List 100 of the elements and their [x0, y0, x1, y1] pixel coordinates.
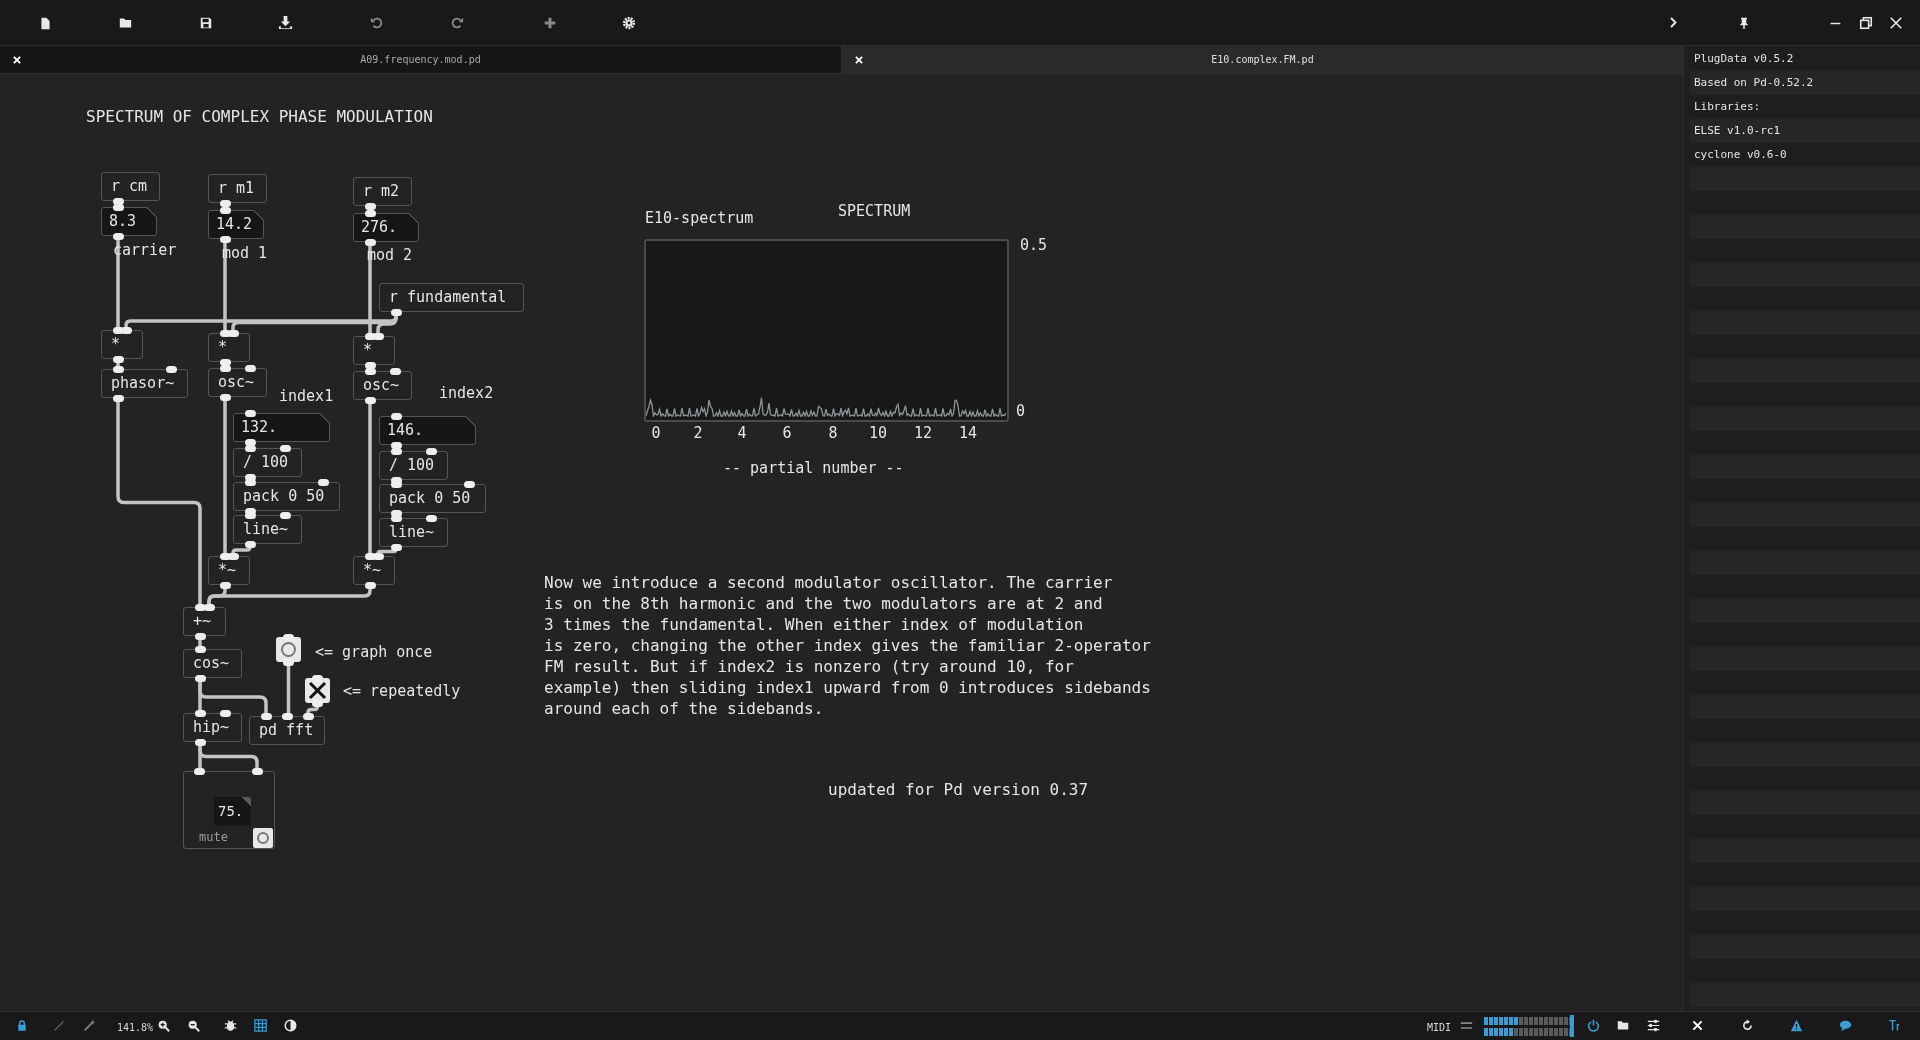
contrast-icon[interactable] — [284, 1019, 297, 1032]
info-line: cyclone v0.6-0 — [1694, 146, 1787, 163]
inlet-icon — [364, 367, 376, 375]
connection-icon[interactable] — [53, 1020, 65, 1032]
inlet-icon — [112, 365, 124, 373]
patch-title: SPECTRUM OF COMPLEX PHASE MODULATION — [86, 106, 433, 128]
toggle-checkbox[interactable] — [305, 678, 330, 703]
bug-icon[interactable] — [224, 1019, 237, 1032]
object-box[interactable]: * — [101, 330, 143, 359]
outlet-icon — [364, 361, 376, 369]
undo-icon[interactable] — [370, 16, 384, 30]
redo-icon[interactable] — [450, 16, 464, 30]
tab[interactable]: A09.frequency.mod.pd — [0, 46, 841, 74]
inlet-icon — [312, 674, 323, 682]
inlet-icon — [279, 511, 291, 519]
power-icon[interactable] — [1587, 1019, 1600, 1032]
outlet-icon — [194, 738, 206, 746]
inlet-icon — [194, 645, 206, 653]
inlet-icon — [279, 444, 291, 452]
download-icon[interactable] — [278, 15, 293, 30]
info-line: Based on Pd-0.52.2 — [1694, 74, 1814, 91]
save-icon[interactable] — [199, 16, 213, 30]
bang-button[interactable] — [253, 828, 273, 848]
number-box[interactable]: 146. — [379, 416, 476, 445]
settings-icon[interactable] — [622, 16, 636, 30]
grid-icon[interactable] — [254, 1019, 267, 1032]
object-box[interactable]: * — [208, 333, 250, 362]
warning-icon[interactable] — [1790, 1019, 1803, 1032]
outlet-icon — [364, 202, 376, 210]
wand-icon[interactable] — [83, 1019, 96, 1032]
number-box[interactable]: 276. — [353, 213, 419, 242]
chat-icon[interactable] — [1839, 1019, 1852, 1032]
inlet-icon — [390, 480, 402, 488]
object-box[interactable]: pack 0 50 — [379, 484, 486, 513]
pin-icon[interactable] — [1738, 16, 1750, 30]
number-box[interactable]: 75. — [214, 797, 251, 826]
object-box[interactable]: r m2 — [353, 177, 412, 206]
inlet-icon — [389, 367, 401, 375]
object-box[interactable]: cos~ — [183, 649, 242, 678]
axis-label: 0 — [651, 423, 661, 444]
outlet-icon — [194, 674, 206, 682]
chevron-right-icon[interactable] — [1668, 15, 1680, 30]
description-text: Now we introduce a second modulator oscillator. The carrier is on the 8th harmonic and the two modulators are at 2 and 3 times the fundamental. When either index of modulation is zero, changing the other index gives the familiar 2-operator FM result. But if index2 is nonzero (try around 10, for example) then sliding index1 upward from 0 introduces sidebands around each of the sidebands. — [544, 572, 1151, 719]
object-box[interactable]: osc~ — [208, 368, 267, 397]
inlet-icon — [463, 480, 475, 488]
object-box[interactable]: r m1 — [208, 174, 267, 203]
inlet-icon — [244, 478, 256, 486]
object-box[interactable]: line~ — [379, 518, 448, 547]
object-box[interactable]: phasor~ — [101, 369, 188, 398]
menu-icon[interactable] — [1459, 1019, 1474, 1032]
refresh-icon[interactable] — [1741, 1019, 1754, 1032]
info-line: ELSE v1.0-rc1 — [1694, 122, 1781, 139]
close-icon[interactable] — [1889, 16, 1903, 30]
outlet-icon — [364, 238, 376, 246]
volume-handle[interactable] — [1570, 1015, 1574, 1037]
object-box[interactable]: hip~ — [183, 713, 242, 742]
folder-icon[interactable] — [118, 16, 133, 29]
object-box[interactable]: / 100 — [233, 448, 302, 477]
inlet-icon — [112, 203, 124, 211]
object-box[interactable]: line~ — [233, 515, 302, 544]
zoom-in-icon[interactable] — [157, 1019, 170, 1032]
comment-text: <= repeatedly — [343, 682, 461, 700]
info-line: Libraries: — [1694, 98, 1761, 115]
axis-label: 2 — [693, 423, 703, 444]
tab[interactable]: E10.complex.FM.pd — [841, 46, 1683, 74]
folder-icon[interactable] — [1616, 1019, 1630, 1031]
object-box[interactable]: r cm — [101, 172, 160, 201]
bang-button[interactable] — [276, 637, 301, 662]
restore-icon[interactable] — [1859, 16, 1873, 30]
text-icon[interactable] — [1888, 1019, 1902, 1032]
object-box[interactable]: * — [353, 336, 395, 365]
new-file-icon[interactable] — [39, 16, 52, 31]
inlet-icon — [165, 365, 177, 373]
comment-text: index1 — [279, 387, 334, 405]
outlet-icon — [390, 543, 402, 551]
outlet-icon — [112, 232, 124, 240]
add-icon[interactable] — [544, 17, 556, 29]
inlet-icon — [364, 209, 376, 217]
object-box[interactable]: +~ — [183, 607, 226, 636]
graph-title: SPECTRUM — [838, 201, 911, 222]
axis-label: 8 — [828, 423, 838, 444]
object-box[interactable]: osc~ — [353, 371, 412, 400]
lock-icon[interactable] — [16, 1019, 28, 1032]
axis-label: 14 — [958, 423, 978, 444]
sliders-icon[interactable] — [1647, 1019, 1660, 1032]
outlet-icon — [219, 581, 231, 589]
outlet-icon — [364, 581, 376, 589]
object-box[interactable]: *~ — [208, 556, 250, 585]
object-box[interactable]: pack 0 50 — [233, 482, 340, 511]
number-box[interactable]: 14.2 — [208, 210, 264, 239]
midi-label: MIDI — [1427, 1021, 1452, 1035]
object-box[interactable]: / 100 — [379, 451, 448, 480]
inlet-icon — [219, 206, 231, 214]
outlet-icon — [283, 658, 294, 666]
object-box[interactable]: pd fft — [249, 716, 325, 745]
object-box[interactable]: r fundamental — [379, 283, 524, 312]
outlet-icon — [219, 393, 231, 401]
number-box[interactable]: 132. — [233, 413, 330, 442]
zoom-out-icon[interactable] — [187, 1019, 200, 1032]
object-box[interactable]: *~ — [353, 556, 395, 585]
